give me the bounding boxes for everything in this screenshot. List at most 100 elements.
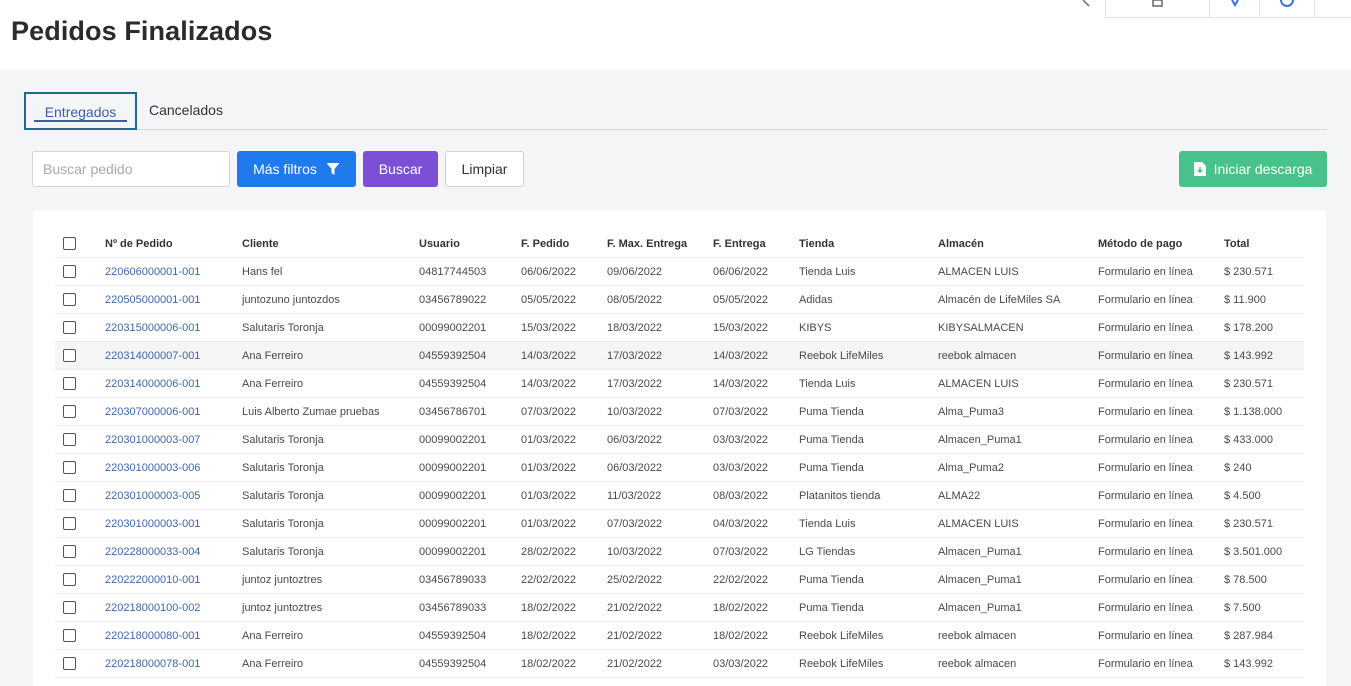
row-checkbox[interactable] bbox=[63, 293, 76, 306]
order-number-link[interactable]: 220314000007-001 bbox=[105, 342, 200, 370]
store-cell: Puma Tienda bbox=[799, 406, 864, 418]
more-filters-button[interactable]: Más filtros bbox=[237, 151, 356, 187]
row-checkbox[interactable] bbox=[63, 349, 76, 362]
order-number-link[interactable]: 220301000003-006 bbox=[105, 454, 200, 482]
notifications-button[interactable] bbox=[1209, 0, 1259, 18]
order-date-cell: 18/02/2022 bbox=[521, 658, 577, 670]
tab-cancelados[interactable]: Cancelados bbox=[149, 92, 223, 130]
order-number-link[interactable]: 220301000003-007 bbox=[105, 426, 200, 454]
total-cell: $ 230.571 bbox=[1224, 378, 1273, 390]
user-cell: 04559392504 bbox=[419, 630, 487, 642]
user-cell: 03456789022 bbox=[419, 294, 487, 306]
order-date-cell: 14/03/2022 bbox=[521, 378, 577, 390]
user-profile-button[interactable] bbox=[1259, 0, 1314, 18]
table-row: 220218000078-001 Ana Ferreiro 04559392504 1… bbox=[55, 650, 1304, 678]
order-date-cell: 01/03/2022 bbox=[521, 518, 577, 530]
client-cell: Salutaris Toronja bbox=[242, 490, 324, 502]
row-checkbox[interactable] bbox=[63, 405, 76, 418]
column-header-client[interactable]: Cliente bbox=[242, 230, 279, 258]
settings-button[interactable] bbox=[1314, 0, 1351, 18]
delivery-date-cell: 04/03/2022 bbox=[713, 518, 769, 530]
warehouse-cell: ALMA22 bbox=[938, 490, 981, 502]
row-checkbox[interactable] bbox=[63, 657, 76, 670]
warehouse-cell: ALMACEN LUIS bbox=[938, 378, 1019, 390]
total-cell: $ 240 bbox=[1224, 462, 1252, 474]
total-cell: $ 287.984 bbox=[1224, 630, 1273, 642]
client-cell: juntoz juntoztres bbox=[242, 574, 323, 586]
max-delivery-date-cell: 21/02/2022 bbox=[607, 658, 663, 670]
total-cell: $ 143.992 bbox=[1224, 658, 1273, 670]
row-checkbox[interactable] bbox=[63, 433, 76, 446]
clear-button[interactable]: Limpiar bbox=[445, 151, 524, 187]
column-header-order-date[interactable]: F. Pedido bbox=[521, 230, 569, 258]
user-cell: 03456789033 bbox=[419, 574, 487, 586]
store-cell: Tienda Luis bbox=[799, 378, 856, 390]
delivery-date-cell: 06/06/2022 bbox=[713, 266, 769, 278]
column-header-warehouse[interactable]: Almacén bbox=[938, 230, 984, 258]
order-number-link[interactable]: 220505000001-001 bbox=[105, 286, 200, 314]
total-cell: $ 7.500 bbox=[1224, 602, 1261, 614]
max-delivery-date-cell: 18/03/2022 bbox=[607, 322, 663, 334]
warehouse-cell: KIBYSALMACEN bbox=[938, 322, 1024, 334]
row-checkbox[interactable] bbox=[63, 545, 76, 558]
file-download-icon bbox=[1193, 162, 1206, 176]
order-number-link[interactable]: 220222000010-001 bbox=[105, 566, 200, 594]
column-header-store[interactable]: Tienda bbox=[799, 230, 834, 258]
tab-entregados[interactable]: Entregados bbox=[24, 92, 137, 130]
row-checkbox[interactable] bbox=[63, 573, 76, 586]
store-cell: Puma Tienda bbox=[799, 434, 864, 446]
warehouse-cell: ALMACEN LUIS bbox=[938, 266, 1019, 278]
user-cell: 04559392504 bbox=[419, 658, 487, 670]
order-number-link[interactable]: 220218000078-001 bbox=[105, 650, 200, 678]
help-button[interactable] bbox=[1069, 0, 1105, 18]
row-checkbox[interactable] bbox=[63, 461, 76, 474]
order-number-link[interactable]: 220307000006-001 bbox=[105, 398, 200, 426]
column-header-total[interactable]: Total bbox=[1224, 230, 1249, 258]
order-date-cell: 01/03/2022 bbox=[521, 434, 577, 446]
user-icon bbox=[1280, 0, 1294, 7]
search-button[interactable]: Buscar bbox=[363, 151, 438, 187]
row-checkbox[interactable] bbox=[63, 601, 76, 614]
order-date-cell: 28/02/2022 bbox=[521, 546, 577, 558]
max-delivery-date-cell: 21/02/2022 bbox=[607, 602, 663, 614]
orders-table-card: Nº de Pedido Cliente Usuario F. Pedido F… bbox=[33, 210, 1326, 686]
total-cell: $ 3.501.000 bbox=[1224, 546, 1283, 558]
column-header-max-delivery-date[interactable]: F. Max. Entrega bbox=[607, 230, 687, 258]
store-cell: Platanitos tienda bbox=[799, 490, 881, 502]
start-download-button[interactable]: Iniciar descarga bbox=[1179, 151, 1327, 187]
payment-method-cell: Formulario en línea bbox=[1098, 434, 1193, 446]
search-order-input[interactable] bbox=[32, 151, 230, 187]
order-date-cell: 06/06/2022 bbox=[521, 266, 577, 278]
order-number-link[interactable]: 220301000003-005 bbox=[105, 482, 200, 510]
client-cell: Ana Ferreiro bbox=[242, 378, 304, 390]
row-checkbox[interactable] bbox=[63, 517, 76, 530]
document-menu-button[interactable] bbox=[1105, 0, 1209, 18]
delivery-date-cell: 18/02/2022 bbox=[713, 602, 769, 614]
row-checkbox[interactable] bbox=[63, 629, 76, 642]
select-all-checkbox[interactable] bbox=[63, 237, 76, 250]
order-number-link[interactable]: 220218000080-001 bbox=[105, 622, 200, 650]
column-header-payment-method[interactable]: Método de pago bbox=[1098, 230, 1182, 258]
row-checkbox[interactable] bbox=[63, 321, 76, 334]
payment-method-cell: Formulario en línea bbox=[1098, 322, 1193, 334]
table-row: 220314000007-001 Ana Ferreiro 04559392504 1… bbox=[55, 342, 1304, 370]
order-number-link[interactable]: 220301000003-001 bbox=[105, 510, 200, 538]
column-header-order[interactable]: Nº de Pedido bbox=[105, 230, 173, 258]
order-number-link[interactable]: 220228000033-004 bbox=[105, 538, 200, 566]
column-header-user[interactable]: Usuario bbox=[419, 230, 460, 258]
payment-method-cell: Formulario en línea bbox=[1098, 546, 1193, 558]
client-cell: Ana Ferreiro bbox=[242, 658, 304, 670]
row-checkbox[interactable] bbox=[63, 377, 76, 390]
order-number-link[interactable]: 220315000006-001 bbox=[105, 314, 200, 342]
order-number-link[interactable]: 220606000001-001 bbox=[105, 258, 200, 286]
order-number-link[interactable]: 220218000100-002 bbox=[105, 594, 200, 622]
column-header-delivery-date[interactable]: F. Entrega bbox=[713, 230, 766, 258]
order-number-link[interactable]: 220314000006-001 bbox=[105, 370, 200, 398]
order-date-cell: 22/02/2022 bbox=[521, 574, 577, 586]
warehouse-cell: Almacén de LifeMiles SA bbox=[938, 294, 1061, 306]
payment-method-cell: Formulario en línea bbox=[1098, 630, 1193, 642]
row-checkbox[interactable] bbox=[63, 265, 76, 278]
start-download-label: Iniciar descarga bbox=[1213, 161, 1313, 177]
row-checkbox[interactable] bbox=[63, 489, 76, 502]
warehouse-cell: ALMACEN LUIS bbox=[938, 518, 1019, 530]
